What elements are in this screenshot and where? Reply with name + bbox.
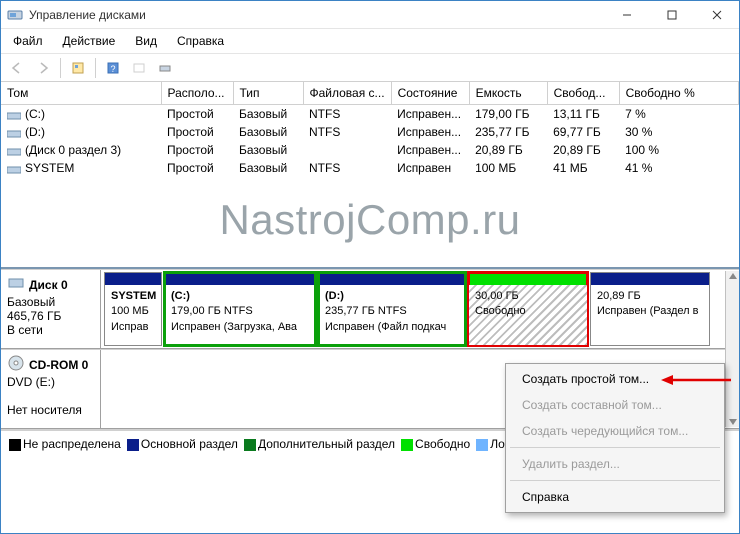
legend-item: Свободно <box>401 437 470 451</box>
refresh-icon[interactable] <box>66 57 90 79</box>
cdrom-icon <box>7 354 25 375</box>
menu-help[interactable]: Справка <box>169 31 232 51</box>
col-freepct[interactable]: Свободно % <box>619 82 738 105</box>
table-header-row: Том Располо... Тип Файловая с... Состоян… <box>1 82 739 105</box>
partition[interactable]: (C:)179,00 ГБ NTFSИсправен (Загрузка, Ав… <box>164 272 316 346</box>
disk-state: Нет носителя <box>7 403 94 417</box>
disk-row: Диск 0 Базовый465,76 ГБВ сети SYSTEM100 МБ… <box>1 269 739 349</box>
menu-view[interactable]: Вид <box>127 31 165 51</box>
legend-swatch <box>127 439 139 451</box>
partition-label: (C:) <box>171 289 309 304</box>
volume-icon <box>7 110 21 120</box>
table-row[interactable]: SYSTEMПростойБазовыйNTFSИсправен100 МБ41… <box>1 159 739 177</box>
maximize-button[interactable] <box>649 1 694 29</box>
tool-icon-1[interactable] <box>127 57 151 79</box>
volume-icon <box>7 164 21 174</box>
titlebar: Управление дисками <box>1 1 739 29</box>
context-menu-item: Создать составной том... <box>508 392 722 418</box>
legend-swatch <box>401 439 413 451</box>
legend-swatch <box>476 439 488 451</box>
window-title: Управление дисками <box>29 8 604 22</box>
table-row[interactable]: (Диск 0 раздел 3)ПростойБазовыйИсправен.… <box>1 141 739 159</box>
volume-icon <box>7 128 21 138</box>
partition-status: Исправен (Файл подкач <box>325 320 459 335</box>
partition-size: 179,00 ГБ NTFS <box>171 304 309 319</box>
partition[interactable]: (D:)235,77 ГБ NTFSИсправен (Файл подкач <box>318 272 466 346</box>
col-layout[interactable]: Располо... <box>161 82 233 105</box>
context-menu-item: Удалить раздел... <box>508 451 722 477</box>
legend-swatch <box>244 439 256 451</box>
partition-label: (D:) <box>325 289 459 304</box>
legend-item: Дополнительный раздел <box>244 437 395 451</box>
col-status[interactable]: Состояние <box>391 82 469 105</box>
context-menu-separator <box>510 480 720 481</box>
menu-action[interactable]: Действие <box>55 31 124 51</box>
partition-size: 20,89 ГБ <box>597 289 703 304</box>
minimize-button[interactable] <box>604 1 649 29</box>
volumes-table[interactable]: Том Располо... Тип Файловая с... Состоян… <box>1 82 739 177</box>
partition-size: 235,77 ГБ NTFS <box>325 304 459 319</box>
col-type[interactable]: Тип <box>233 82 303 105</box>
context-menu-separator <box>510 447 720 448</box>
disk-name: CD-ROM 0 <box>29 358 88 372</box>
table-row[interactable]: (C:)ПростойБазовыйNTFSИсправен...179,00 … <box>1 105 739 124</box>
partition-status: Исправен (Раздел в <box>597 304 703 319</box>
disk-type: Базовый <box>7 295 94 309</box>
context-menu: Создать простой том...Создать составной … <box>505 363 725 513</box>
disk-header: Диск 0 Базовый465,76 ГБВ сети <box>1 270 101 348</box>
partition[interactable]: SYSTEM100 МБИсправ <box>104 272 162 346</box>
table-row[interactable]: (D:)ПростойБазовыйNTFSИсправен...235,77 … <box>1 123 739 141</box>
menu-file[interactable]: Файл <box>5 31 51 51</box>
volume-icon <box>7 146 21 156</box>
disk-state: В сети <box>7 323 94 337</box>
col-free[interactable]: Свобод... <box>547 82 619 105</box>
disk-size: 465,76 ГБ <box>7 309 94 323</box>
col-volume[interactable]: Том <box>1 82 161 105</box>
context-menu-item: Создать чередующийся том... <box>508 418 722 444</box>
partition-status: Исправен (Загрузка, Ава <box>171 320 309 335</box>
help-icon[interactable]: ? <box>101 57 125 79</box>
scrollbar[interactable] <box>725 271 739 427</box>
disk-name: Диск 0 <box>29 278 68 292</box>
legend-item: Не распределена <box>9 437 121 451</box>
menubar: Файл Действие Вид Справка <box>1 29 739 54</box>
tool-icon-2[interactable] <box>153 57 177 79</box>
disk-icon <box>7 274 25 295</box>
back-icon[interactable] <box>5 57 29 79</box>
col-capacity[interactable]: Емкость <box>469 82 547 105</box>
col-fs[interactable]: Файловая с... <box>303 82 391 105</box>
partition-status: Исправ <box>111 320 155 335</box>
watermark-text: NastrojComp.ru <box>219 196 520 244</box>
context-menu-item[interactable]: Создать простой том... <box>508 366 722 392</box>
partition[interactable]: 20,89 ГБИсправен (Раздел в <box>590 272 710 346</box>
app-icon <box>7 7 23 23</box>
partition-label: SYSTEM <box>111 289 155 304</box>
svg-text:?: ? <box>110 64 115 74</box>
partition-size: 30,00 ГБ <box>475 289 581 304</box>
partitions: SYSTEM100 МБИсправ(C:)179,00 ГБ NTFSИспр… <box>101 270 725 348</box>
legend-swatch <box>9 439 21 451</box>
disk-type: DVD (E:) <box>7 375 94 389</box>
close-button[interactable] <box>694 1 739 29</box>
context-menu-item[interactable]: Справка <box>508 484 722 510</box>
toolbar: ? <box>1 54 739 82</box>
partition-size: 100 МБ <box>111 304 155 319</box>
forward-icon[interactable] <box>31 57 55 79</box>
disk-header: CD-ROM 0 DVD (E:) Нет носителя <box>1 350 101 428</box>
legend-item: Основной раздел <box>127 437 238 451</box>
partition-status: Свободно <box>475 304 581 319</box>
partition[interactable]: 30,00 ГБСвободно <box>468 272 588 346</box>
